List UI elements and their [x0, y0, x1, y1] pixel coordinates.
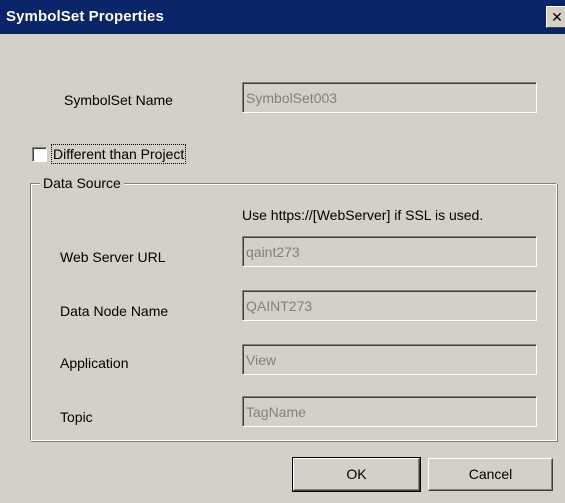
- topic-field[interactable]: [242, 396, 537, 427]
- web-server-url-field[interactable]: [242, 236, 537, 267]
- close-button[interactable]: ✕: [546, 6, 565, 28]
- different-than-project-label: Different than Project: [53, 146, 185, 162]
- data-node-name-field[interactable]: [242, 290, 537, 321]
- window-title: SymbolSet Properties: [6, 8, 164, 25]
- web-server-url-label: Web Server URL: [60, 249, 166, 265]
- topic-label: Topic: [60, 409, 93, 425]
- symbolset-name-label: SymbolSet Name: [64, 92, 173, 108]
- application-label: Application: [60, 355, 129, 371]
- different-than-project-checkbox[interactable]: [32, 147, 47, 162]
- application-field[interactable]: [242, 344, 537, 375]
- data-node-name-label: Data Node Name: [60, 303, 169, 319]
- data-source-group-label: Data Source: [40, 175, 124, 191]
- ssl-hint-text: Use https://[WebServer] if SSL is used.: [242, 207, 484, 223]
- cancel-button[interactable]: Cancel: [428, 458, 553, 491]
- symbolset-name-field[interactable]: [242, 82, 537, 113]
- different-than-project-label-focus[interactable]: Different than Project: [51, 144, 187, 164]
- close-icon: ✕: [551, 9, 563, 25]
- ok-button[interactable]: OK: [292, 457, 421, 492]
- title-bar: SymbolSet Properties ✕: [0, 0, 565, 34]
